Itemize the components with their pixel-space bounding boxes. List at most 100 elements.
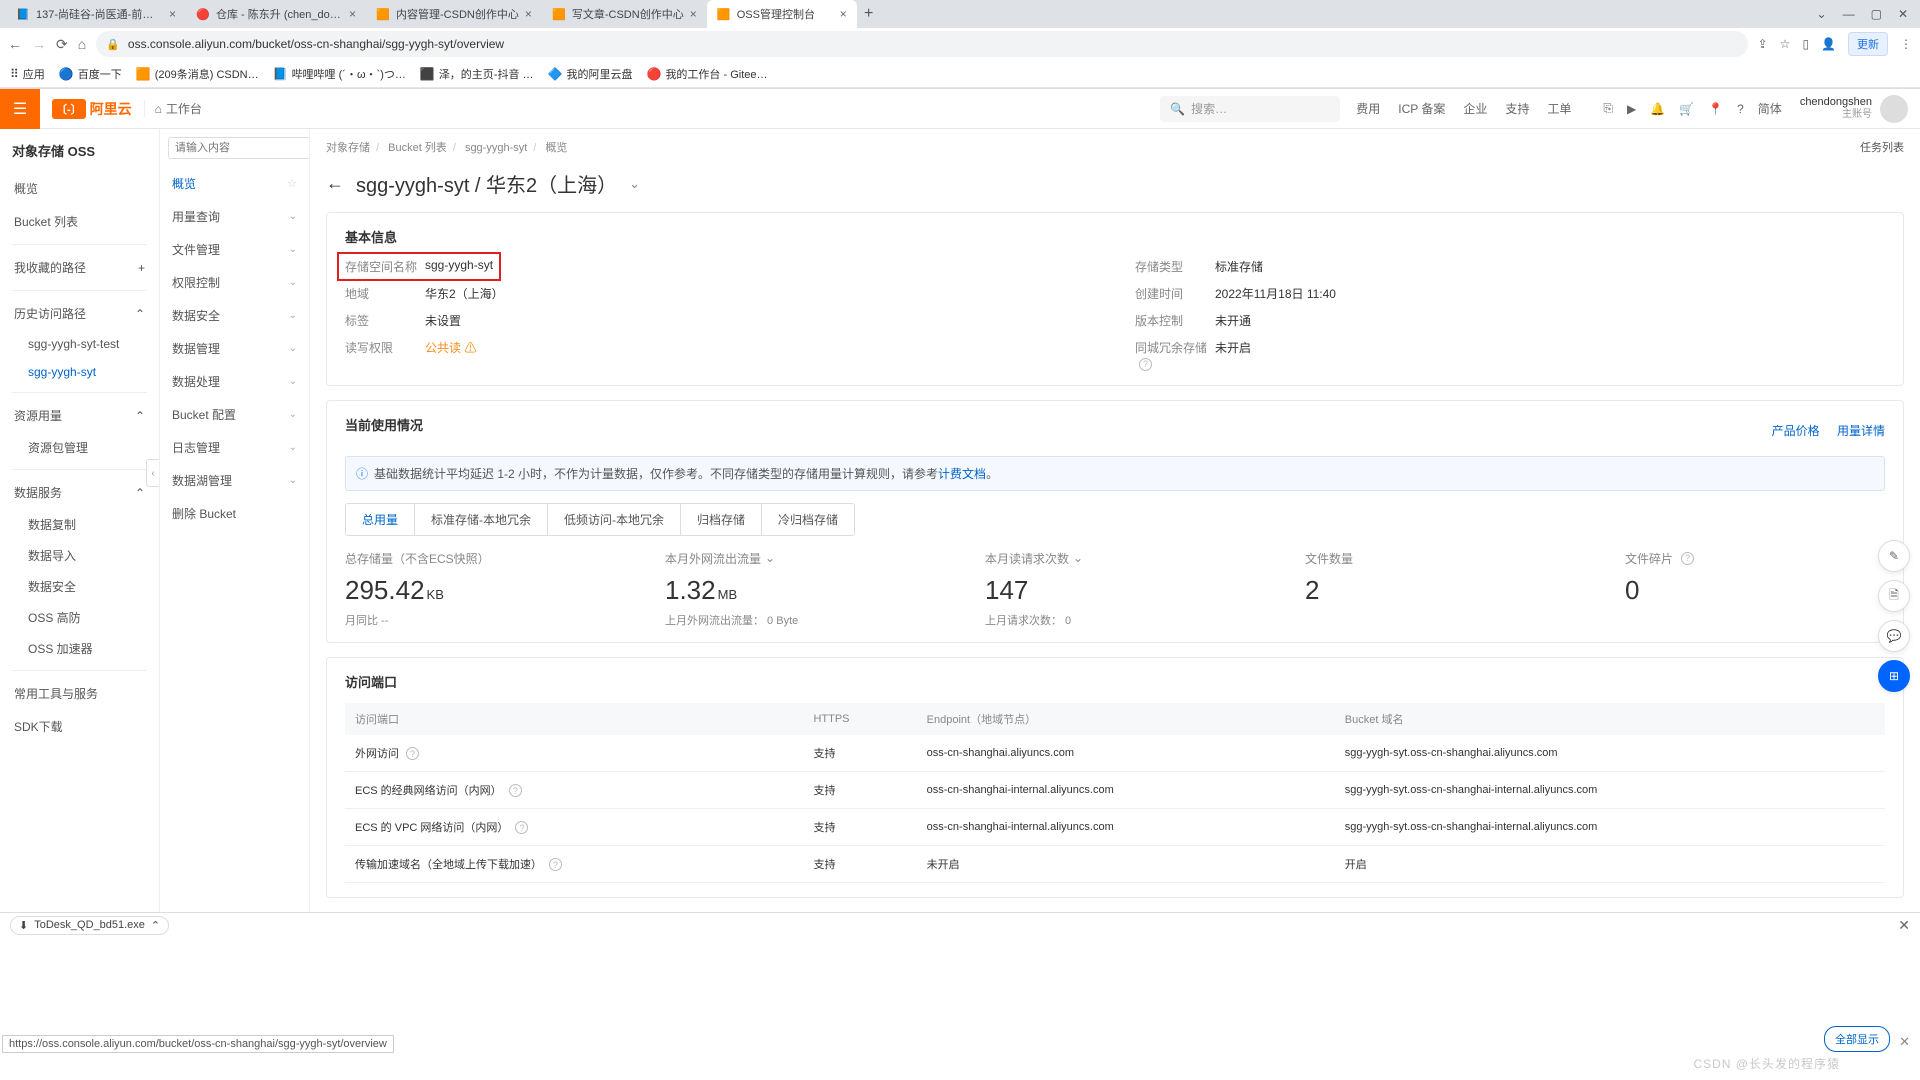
hamburger-button[interactable]: ☰ bbox=[0, 89, 40, 129]
close-tab-icon[interactable]: × bbox=[349, 7, 356, 21]
bucket-nav-item[interactable]: 日志管理⌄ bbox=[160, 431, 309, 464]
update-button[interactable]: 更新 bbox=[1848, 32, 1888, 56]
chevron-down-icon[interactable]: ⌄ bbox=[1817, 7, 1827, 21]
close-tab-icon[interactable]: × bbox=[840, 7, 847, 21]
bookmark-item[interactable]: 🔴我的工作台 - Gitee… bbox=[646, 66, 767, 82]
browser-tab[interactable]: 🔴仓库 - 陈东升 (chen_dong-she× bbox=[186, 0, 366, 28]
bookmark-item[interactable]: 🔷我的阿里云盘 bbox=[548, 66, 633, 82]
menu-icon[interactable]: ⋮ bbox=[1900, 37, 1912, 51]
usage-tab[interactable]: 总用量 bbox=[346, 504, 415, 535]
close-tab-icon[interactable]: × bbox=[169, 7, 176, 21]
chat-icon[interactable]: 💬 bbox=[1878, 620, 1910, 652]
close-tab-icon[interactable]: × bbox=[690, 7, 697, 21]
workbench-link[interactable]: ⌂ 工作台 bbox=[144, 100, 212, 117]
bucket-nav-item[interactable]: 概览☆ bbox=[160, 167, 309, 200]
chevron-down-icon[interactable]: ⌄ bbox=[1073, 551, 1083, 565]
header-link[interactable]: 企业 bbox=[1463, 100, 1487, 117]
sidebar-resource[interactable]: 资源用量⌃ bbox=[0, 399, 159, 432]
close-downloads-icon[interactable]: ✕ bbox=[1898, 917, 1910, 934]
cart-icon[interactable]: 🛒 bbox=[1679, 102, 1694, 116]
collapse-sidebar-icon[interactable]: ‹ bbox=[146, 459, 160, 487]
close-experience-icon[interactable]: ✕ bbox=[1899, 1034, 1910, 1050]
screen-icon[interactable]: ▶ bbox=[1627, 102, 1636, 116]
doc-icon[interactable]: 🗎 bbox=[1878, 580, 1910, 612]
bookmark-item[interactable]: 🟧(209条消息) CSDN… bbox=[136, 66, 259, 82]
global-search[interactable]: 🔍 搜索… bbox=[1160, 96, 1340, 122]
usage-tab[interactable]: 归档存储 bbox=[681, 504, 762, 535]
bucket-nav-item[interactable]: 数据处理⌄ bbox=[160, 365, 309, 398]
crumb[interactable]: sgg-yygh-syt bbox=[465, 142, 527, 154]
sidebar-bucket-list[interactable]: Bucket 列表 bbox=[0, 205, 159, 238]
back-icon[interactable]: ← bbox=[8, 36, 22, 52]
history-item[interactable]: sgg-yygh-syt bbox=[0, 358, 159, 386]
location-icon[interactable]: 📍 bbox=[1708, 102, 1723, 116]
profile-icon[interactable]: 👤 bbox=[1821, 37, 1836, 51]
usage-tab[interactable]: 标准存储-本地冗余 bbox=[415, 504, 548, 535]
sidebar-history[interactable]: 历史访问路径⌃ bbox=[0, 297, 159, 330]
share-icon[interactable]: ⇪ bbox=[1758, 37, 1768, 51]
bookmark-item[interactable]: 📘哔哩哔哩 (´・ω・`)つ… bbox=[273, 66, 406, 82]
help-icon[interactable]: ? bbox=[515, 821, 528, 834]
history-item[interactable]: sgg-yygh-syt-test bbox=[0, 330, 159, 358]
help-icon[interactable]: ? bbox=[1737, 102, 1744, 116]
close-window-icon[interactable]: ✕ bbox=[1898, 7, 1908, 21]
bucket-search-input[interactable] bbox=[168, 137, 310, 159]
bucket-nav-item[interactable]: 数据管理⌄ bbox=[160, 332, 309, 365]
forward-icon[interactable]: → bbox=[32, 36, 46, 52]
resource-item[interactable]: 资源包管理 bbox=[0, 432, 159, 463]
data-service-item[interactable]: 数据复制 bbox=[0, 509, 159, 540]
sidebar-sdk[interactable]: SDK下载 bbox=[0, 710, 159, 743]
bucket-nav-item[interactable]: 用量查询⌄ bbox=[160, 200, 309, 233]
billing-doc-link[interactable]: 计费文档 bbox=[938, 467, 986, 481]
edit-icon[interactable]: ✎ bbox=[1878, 540, 1910, 572]
user-menu[interactable]: chendongshen 主账号 bbox=[1788, 95, 1920, 123]
bucket-nav-item[interactable]: 数据安全⌄ bbox=[160, 299, 309, 332]
bucket-nav-item[interactable]: 删除 Bucket bbox=[160, 497, 309, 530]
region-dropdown-icon[interactable]: ⌄ bbox=[629, 176, 640, 192]
data-service-item[interactable]: OSS 高防 bbox=[0, 602, 159, 633]
data-service-item[interactable]: OSS 加速器 bbox=[0, 633, 159, 664]
star-icon[interactable]: ☆ bbox=[1780, 37, 1791, 51]
usage-tab[interactable]: 低频访问-本地冗余 bbox=[548, 504, 681, 535]
help-icon[interactable]: ? bbox=[406, 747, 419, 760]
home-icon[interactable]: ⌂ bbox=[78, 36, 86, 52]
bookmark-item[interactable]: 🔵百度一下 bbox=[59, 66, 122, 82]
cloudshell-icon[interactable]: ⎘ bbox=[1603, 101, 1613, 116]
help-icon[interactable]: ? bbox=[1139, 358, 1152, 371]
data-service-item[interactable]: 数据安全 bbox=[0, 571, 159, 602]
bucket-nav-item[interactable]: 权限控制⌄ bbox=[160, 266, 309, 299]
header-link[interactable]: 费用 bbox=[1356, 100, 1380, 117]
apps-icon[interactable]: ⊞ bbox=[1878, 660, 1910, 692]
detail-link[interactable]: 用量详情 bbox=[1837, 424, 1885, 438]
brand-logo[interactable]: 〔-〕 阿里云 bbox=[40, 99, 144, 119]
header-link[interactable]: ICP 备案 bbox=[1398, 100, 1445, 117]
language-switch[interactable]: 简体 bbox=[1758, 100, 1782, 117]
crumb[interactable]: Bucket 列表 bbox=[388, 142, 447, 154]
chevron-down-icon[interactable]: ⌄ bbox=[765, 551, 775, 565]
header-link[interactable]: 工单 bbox=[1547, 100, 1571, 117]
usage-tab[interactable]: 冷归档存储 bbox=[762, 504, 854, 535]
help-icon[interactable]: ? bbox=[1681, 552, 1694, 565]
sidebar-tools[interactable]: 常用工具与服务 bbox=[0, 677, 159, 710]
help-icon[interactable]: ? bbox=[549, 858, 562, 871]
browser-tab[interactable]: 🟧OSS管理控制台× bbox=[707, 0, 857, 28]
data-service-item[interactable]: 数据导入 bbox=[0, 540, 159, 571]
reader-icon[interactable]: ▯ bbox=[1802, 37, 1809, 51]
sidebar-favorites[interactable]: 我收藏的路径+ bbox=[0, 251, 159, 284]
bucket-nav-item[interactable]: 数据湖管理⌄ bbox=[160, 464, 309, 497]
bell-icon[interactable]: 🔔 bbox=[1650, 102, 1665, 116]
experience-button[interactable]: 全部显示 bbox=[1824, 1026, 1890, 1052]
close-tab-icon[interactable]: × bbox=[525, 7, 532, 21]
bookmark-item[interactable]: ⬛泽，的主页-抖音 … bbox=[420, 66, 534, 82]
maximize-icon[interactable]: ▢ bbox=[1871, 7, 1882, 21]
url-input[interactable]: 🔒 oss.console.aliyun.com/bucket/oss-cn-s… bbox=[96, 31, 1747, 57]
new-tab-button[interactable]: + bbox=[857, 5, 881, 23]
price-link[interactable]: 产品价格 bbox=[1772, 424, 1820, 438]
bucket-nav-item[interactable]: 文件管理⌄ bbox=[160, 233, 309, 266]
browser-tab[interactable]: 🟧内容管理-CSDN创作中心× bbox=[366, 0, 542, 28]
sidebar-data-service[interactable]: 数据服务⌃ bbox=[0, 476, 159, 509]
download-item[interactable]: ⬇ ToDesk_QD_bd51.exe ⌃ bbox=[10, 916, 169, 935]
help-icon[interactable]: ? bbox=[509, 784, 522, 797]
reload-icon[interactable]: ⟳ bbox=[56, 36, 68, 53]
bucket-nav-item[interactable]: Bucket 配置⌄ bbox=[160, 398, 309, 431]
